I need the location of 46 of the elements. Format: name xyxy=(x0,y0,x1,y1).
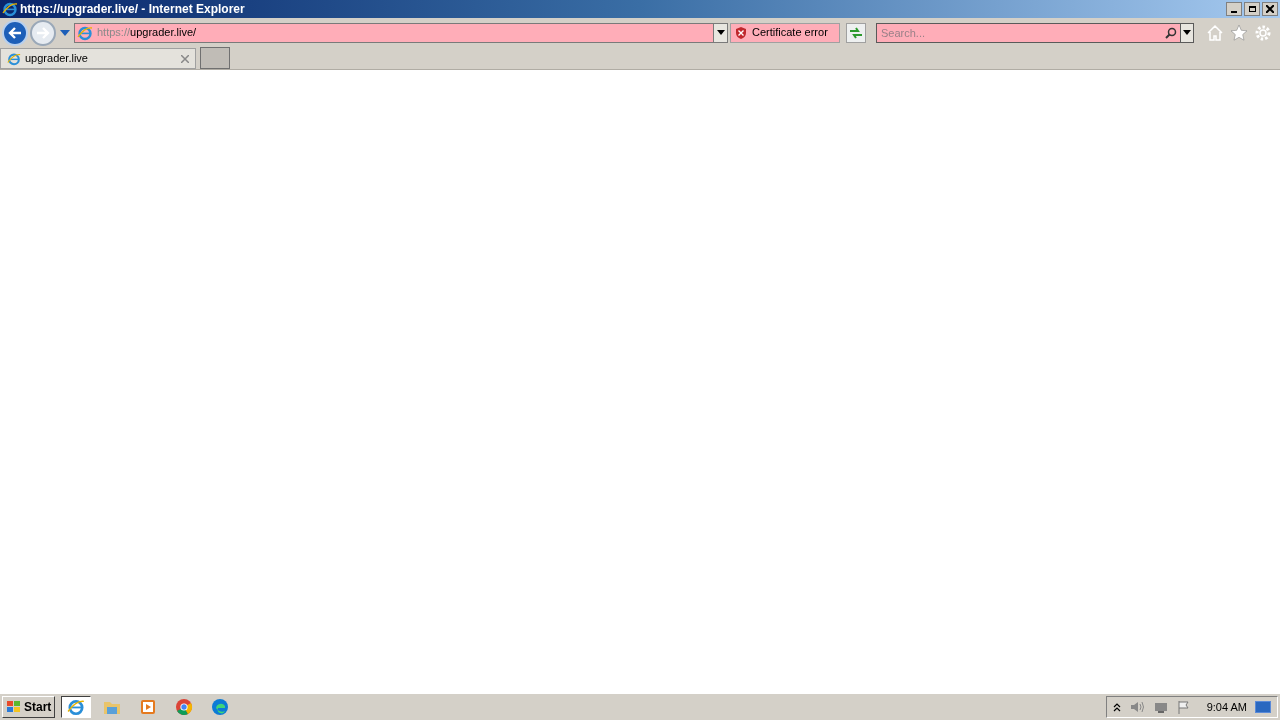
windows-logo-icon xyxy=(6,700,22,714)
ie-icon xyxy=(67,698,86,716)
home-icon[interactable] xyxy=(1206,23,1224,42)
search-button[interactable] xyxy=(1162,22,1180,43)
back-button[interactable] xyxy=(2,19,28,46)
speaker-icon[interactable] xyxy=(1128,700,1145,714)
edge-icon xyxy=(211,698,230,716)
certificate-error-button[interactable]: Certificate error xyxy=(730,22,840,43)
folder-icon xyxy=(103,699,122,715)
minimize-icon xyxy=(1231,11,1237,13)
new-tab-button[interactable] xyxy=(200,47,230,69)
forward-arrow-icon xyxy=(36,26,50,39)
shield-error-icon xyxy=(734,25,748,40)
tab-label: upgrader.live xyxy=(25,51,88,67)
ie-icon xyxy=(77,24,93,41)
ie-icon xyxy=(2,1,18,17)
search-dropdown-button[interactable] xyxy=(1180,22,1194,43)
dropdown-caret-icon[interactable] xyxy=(60,29,70,36)
refresh-button[interactable] xyxy=(846,22,866,43)
browser-tab[interactable]: upgrader.live xyxy=(0,48,196,69)
settings-icon[interactable] xyxy=(1254,23,1272,42)
chrome-icon xyxy=(175,698,194,716)
minimize-button[interactable] xyxy=(1226,2,1242,16)
taskbar-app-button[interactable] xyxy=(61,696,92,718)
refresh-arrows-icon xyxy=(849,26,863,39)
close-button[interactable] xyxy=(1262,2,1278,16)
caret-icon xyxy=(716,30,725,35)
chevron-up-icon[interactable] xyxy=(1112,702,1121,712)
search-field[interactable]: Search... xyxy=(876,22,1162,43)
ie-icon xyxy=(7,51,21,66)
back-arrow-icon xyxy=(8,26,22,39)
network-computer-icon[interactable] xyxy=(1152,700,1169,714)
star-icon[interactable] xyxy=(1230,23,1248,42)
start-button[interactable]: Start xyxy=(2,696,56,718)
clock[interactable]: 9:04 AM xyxy=(1206,698,1247,716)
close-icon xyxy=(1266,5,1274,13)
show-desktop-icon[interactable] xyxy=(1255,701,1271,713)
restore-button[interactable] xyxy=(1244,2,1260,16)
close-icon[interactable] xyxy=(181,54,189,63)
caret-icon xyxy=(1183,30,1191,35)
search-icon xyxy=(1165,26,1177,39)
flag-icon[interactable] xyxy=(1176,700,1191,714)
restore-icon xyxy=(1248,6,1256,12)
media-player-icon xyxy=(140,699,157,715)
window-title: https://upgrader.live/ - Internet Explorer xyxy=(20,1,245,18)
address-field[interactable]: https://upgrader.live/ xyxy=(74,22,728,43)
